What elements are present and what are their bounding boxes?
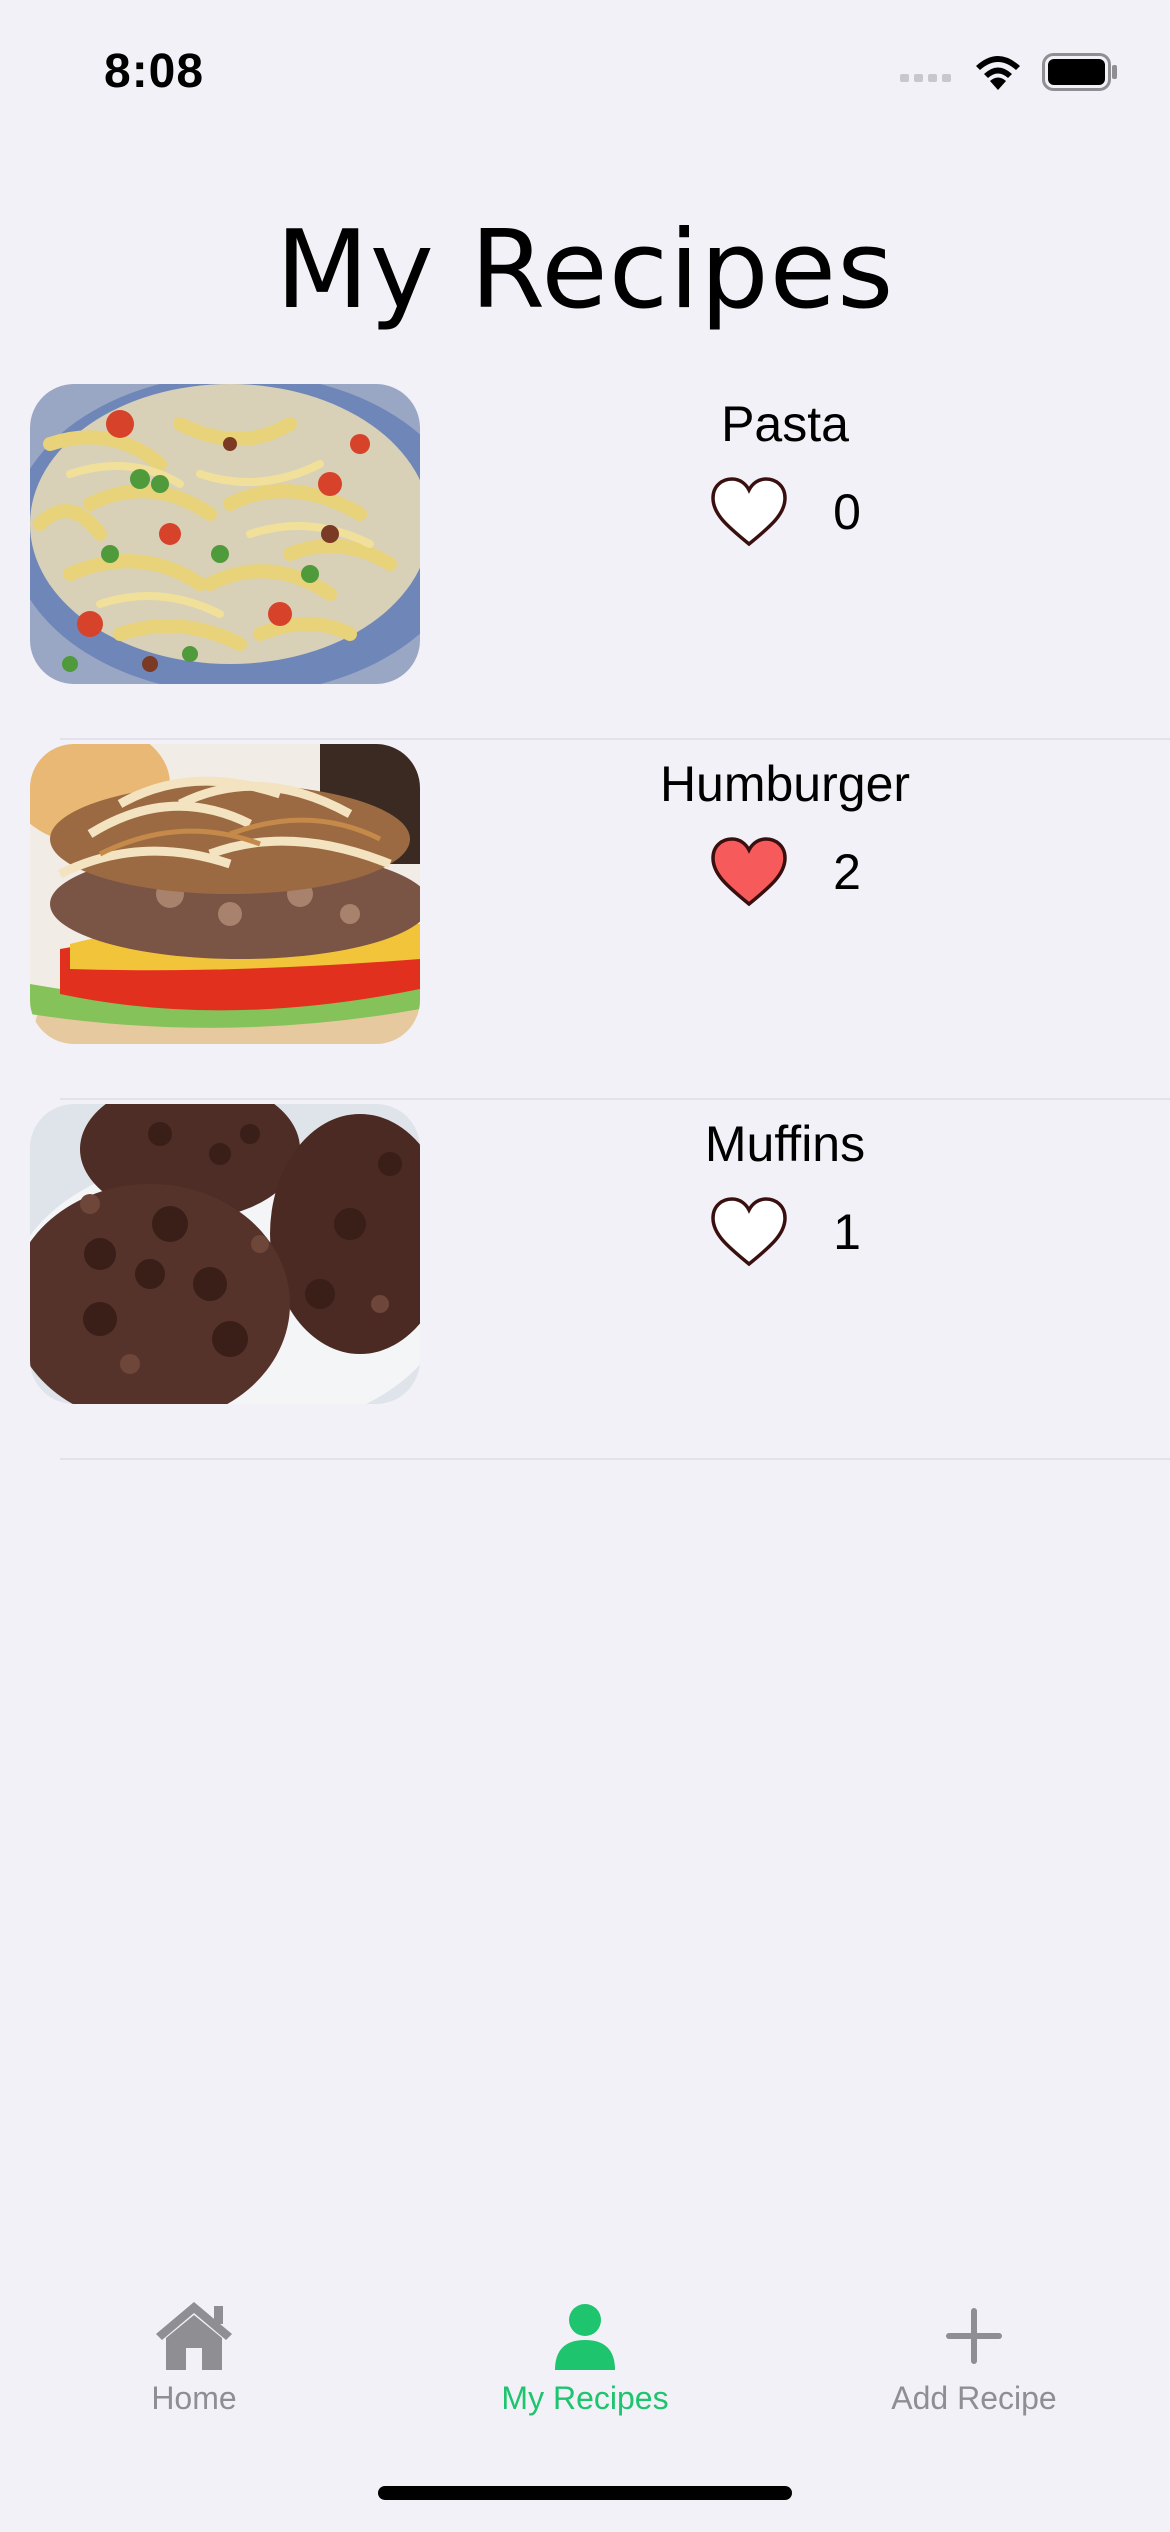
tab-label: My Recipes [501, 2380, 669, 2416]
tab-label: Home [151, 2380, 237, 2416]
like-count: 0 [833, 484, 861, 540]
pasta-image [30, 384, 420, 684]
recipe-name: Pasta [721, 396, 849, 452]
status-time: 8:08 [104, 45, 205, 98]
heart-outline-icon[interactable] [709, 1196, 789, 1268]
recipe-info: Humburger 2 [560, 754, 1010, 908]
wifi-icon [976, 56, 1020, 90]
plus-icon [946, 2308, 1002, 2364]
home-indicator [378, 2486, 792, 2500]
recipe-list: Pasta 0 Humburger 2 Muffins 1 [0, 380, 1170, 1460]
like-count: 2 [833, 844, 861, 900]
status-icons [900, 52, 1118, 92]
heart-outline-icon[interactable] [709, 476, 789, 548]
recipe-row-muffins[interactable]: Muffins 1 [0, 1100, 1170, 1460]
tab-add-recipe[interactable]: Add Recipe [824, 2298, 1124, 2417]
muffins-image [30, 1104, 420, 1404]
house-icon [156, 2302, 232, 2370]
likes: 0 [560, 476, 1010, 548]
recipe-info: Muffins 1 [560, 1114, 1010, 1268]
recipe-info: Pasta 0 [560, 394, 1010, 548]
battery-icon [1042, 53, 1117, 91]
tab-my-recipes[interactable]: My Recipes [435, 2298, 735, 2417]
divider [60, 1458, 1170, 1460]
recipe-name: Muffins [704, 1116, 866, 1172]
hamburger-image [30, 744, 420, 1044]
page-title: My Recipes [275, 208, 895, 333]
like-count: 1 [833, 1204, 861, 1260]
cellular-signal-icon [900, 74, 951, 82]
recipe-row-pasta[interactable]: Pasta 0 [0, 380, 1170, 740]
heart-filled-icon[interactable] [709, 836, 789, 908]
tab-home[interactable]: Home [44, 2298, 344, 2417]
likes: 2 [560, 836, 1010, 908]
recipe-name: Humburger [659, 756, 911, 812]
recipe-row-humburger[interactable]: Humburger 2 [0, 740, 1170, 1100]
tab-label: Add Recipe [891, 2380, 1057, 2416]
tab-bar: Home My Recipes Add Recipe [0, 2280, 1170, 2440]
person-icon [555, 2304, 615, 2370]
status-bar: 8:08 [0, 0, 1170, 140]
likes: 1 [560, 1196, 1010, 1268]
